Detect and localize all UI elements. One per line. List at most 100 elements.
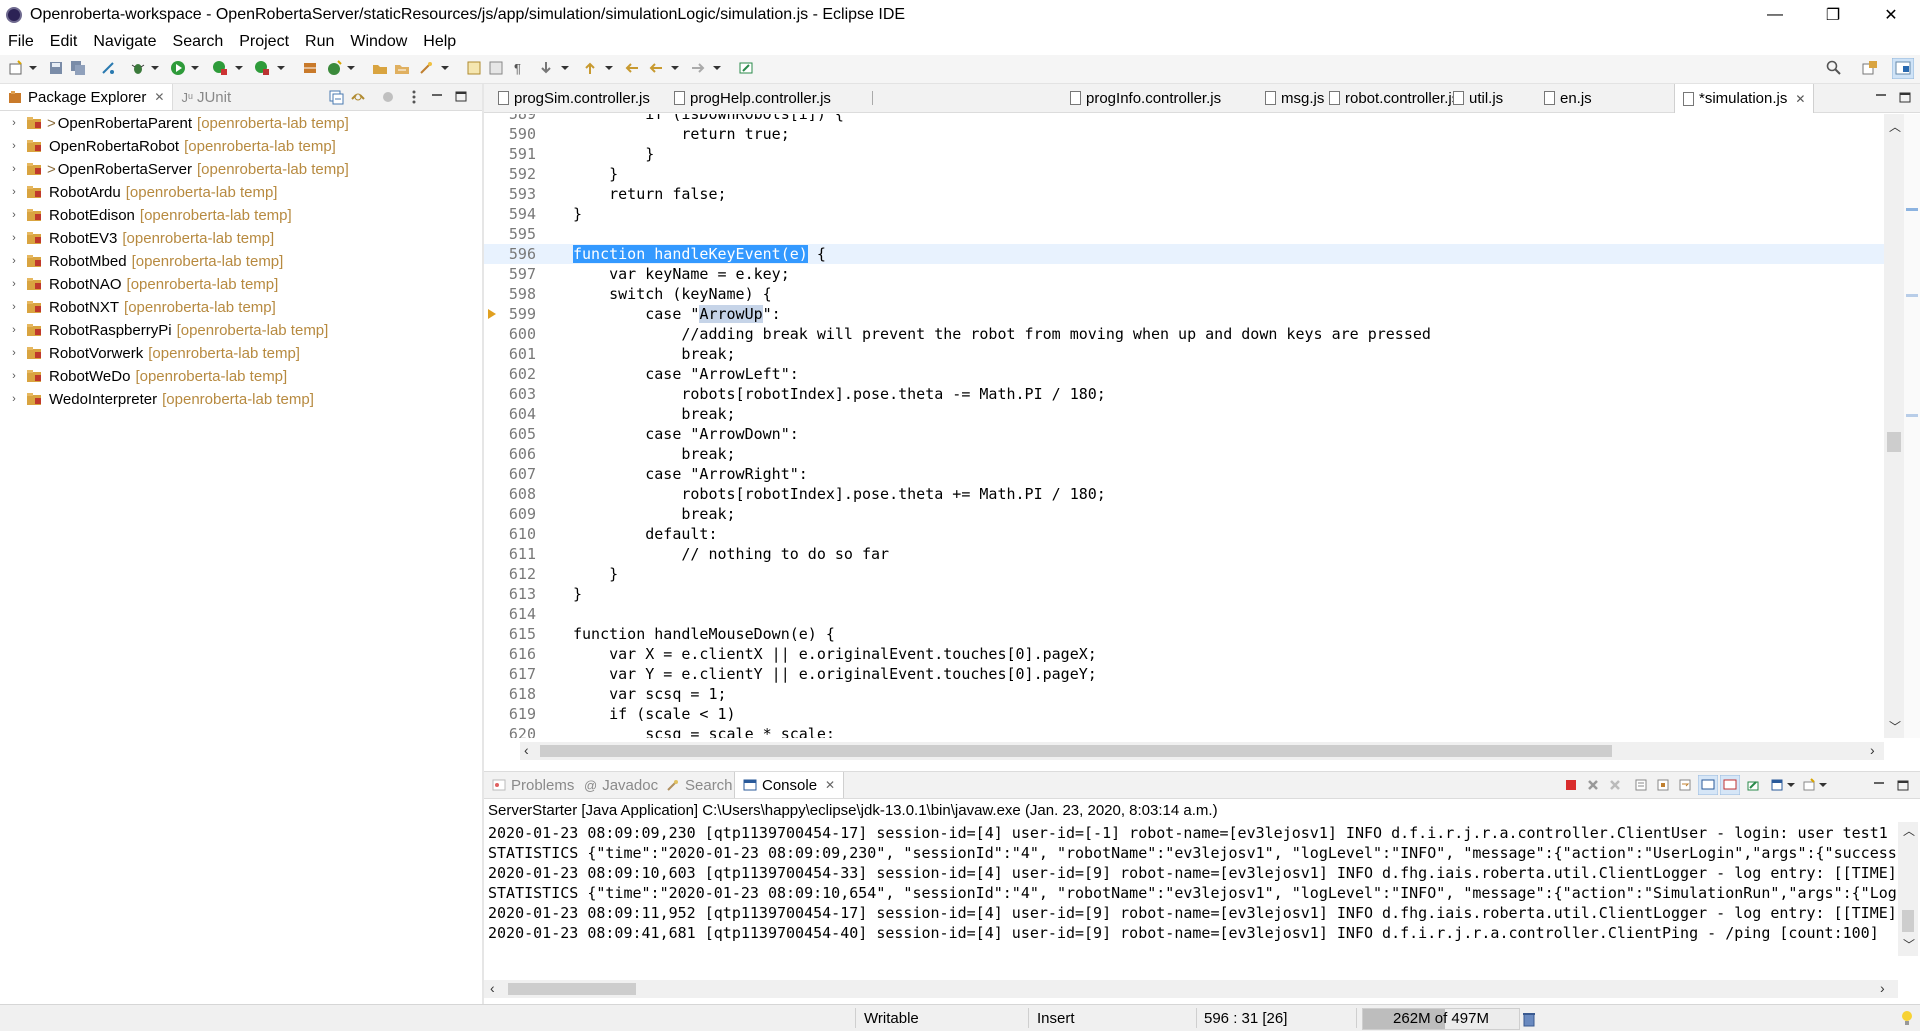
code-line[interactable]: 589 if (isDownRobots[i]) { xyxy=(484,114,1904,124)
debug-dropdown-icon[interactable] xyxy=(150,60,160,76)
status-insert-mode[interactable]: Insert xyxy=(1037,1005,1075,1031)
open-perspective-icon[interactable] xyxy=(1862,60,1878,76)
coverage-dropdown-icon[interactable] xyxy=(234,60,244,76)
scroll-left-icon[interactable]: ‹ xyxy=(524,742,529,758)
code-line[interactable]: 603 robots[robotIndex].pose.theta -= Mat… xyxy=(484,384,1904,404)
project-tree-item[interactable]: › RobotVorwerk [openroberta-lab temp] xyxy=(0,342,300,364)
code-line[interactable]: 618 var scsq = 1; xyxy=(484,684,1904,704)
code-editor[interactable]: 589 if (isDownRobots[i]) {590 return tru… xyxy=(484,114,1904,738)
remove-launch-icon[interactable] xyxy=(1586,778,1600,792)
open-console-icon[interactable] xyxy=(1802,778,1816,792)
scroll-up-icon[interactable]: ︿ xyxy=(1889,118,1901,135)
console-hscroll-thumb[interactable] xyxy=(508,983,636,995)
open-task-icon[interactable] xyxy=(394,60,410,76)
minimize-button[interactable]: — xyxy=(1746,0,1804,30)
overview-mark[interactable] xyxy=(1906,208,1918,211)
code-line[interactable]: 592 } xyxy=(484,164,1904,184)
search-icon[interactable] xyxy=(1826,60,1842,76)
expand-chevron-icon[interactable]: › xyxy=(6,301,22,313)
expand-chevron-icon[interactable]: › xyxy=(6,393,22,405)
code-line[interactable]: 610 default: xyxy=(484,524,1904,544)
expand-chevron-icon[interactable]: › xyxy=(6,140,22,152)
tab-close-icon[interactable]: ✕ xyxy=(154,90,164,104)
open-type-icon[interactable] xyxy=(372,60,388,76)
expand-chevron-icon[interactable]: › xyxy=(6,232,22,244)
overview-ruler[interactable] xyxy=(1904,114,1920,738)
console-output[interactable]: 2020-01-23 08:09:09,230 [qtp1139700454-1… xyxy=(484,822,1898,954)
previous-annotation-dropdown-icon[interactable] xyxy=(604,60,614,76)
forward-dropdown-icon[interactable] xyxy=(712,60,722,76)
editor-tab-close-icon[interactable]: ✕ xyxy=(1795,92,1805,106)
new-icon[interactable] xyxy=(8,60,24,76)
menu-edit[interactable]: Edit xyxy=(42,33,86,51)
editor-tab[interactable]: progInfo.controller.js xyxy=(1062,84,1229,112)
overview-mark[interactable] xyxy=(1906,414,1918,417)
editor-maximize-icon[interactable] xyxy=(1898,90,1912,104)
toggle-block-selection-icon[interactable] xyxy=(488,60,504,76)
next-annotation-dropdown-icon[interactable] xyxy=(560,60,570,76)
back-icon[interactable] xyxy=(648,60,664,76)
code-line[interactable]: 609 break; xyxy=(484,504,1904,524)
search-tool-icon[interactable] xyxy=(418,60,434,76)
show-on-stdout-icon[interactable] xyxy=(1698,775,1718,795)
link-with-editor-icon[interactable] xyxy=(350,89,366,105)
code-line[interactable]: 601 break; xyxy=(484,344,1904,364)
menu-project[interactable]: Project xyxy=(231,33,297,51)
expand-chevron-icon[interactable]: › xyxy=(6,117,22,129)
new-class-icon[interactable] xyxy=(326,60,342,76)
code-line[interactable]: 613} xyxy=(484,584,1904,604)
run-dropdown-icon[interactable] xyxy=(190,60,200,76)
tip-icon[interactable] xyxy=(1900,1010,1914,1026)
project-tree-item[interactable]: › RobotWeDo [openroberta-lab temp] xyxy=(0,365,287,387)
menu-navigate[interactable]: Navigate xyxy=(85,33,164,51)
debug-icon[interactable] xyxy=(130,60,146,76)
project-tree-item[interactable]: › WedoInterpreter [openroberta-lab temp] xyxy=(0,388,314,410)
search-dropdown-icon[interactable] xyxy=(440,60,450,76)
console-scroll-down-icon[interactable]: ﹀ xyxy=(1903,936,1915,953)
editor-tab[interactable]: en.js xyxy=(1536,84,1600,112)
show-on-stderr-icon[interactable] xyxy=(1720,775,1740,795)
pin-console-icon[interactable] xyxy=(1746,778,1760,792)
code-line[interactable]: 611 // nothing to do so far xyxy=(484,544,1904,564)
previous-annotation-icon[interactable] xyxy=(582,60,598,76)
project-tree-item[interactable]: › RobotEdison [openroberta-lab temp] xyxy=(0,204,292,226)
word-wrap-icon[interactable] xyxy=(1678,778,1692,792)
console-scroll-right-icon[interactable]: › xyxy=(1880,980,1885,996)
editor-tab[interactable]: util.js xyxy=(1445,84,1511,112)
new-package-icon[interactable] xyxy=(302,60,318,76)
code-line[interactable]: 605 case "ArrowDown": xyxy=(484,424,1904,444)
expand-chevron-icon[interactable]: › xyxy=(6,209,22,221)
menu-help[interactable]: Help xyxy=(415,33,464,51)
collapse-all-icon[interactable] xyxy=(328,89,344,105)
new-dropdown-icon[interactable] xyxy=(28,60,38,76)
expand-chevron-icon[interactable]: › xyxy=(6,370,22,382)
project-tree-item[interactable]: › RobotArdu [openroberta-lab temp] xyxy=(0,181,277,203)
expand-chevron-icon[interactable]: › xyxy=(6,347,22,359)
project-tree-item[interactable]: › > OpenRobertaServer [openroberta-lab temp… xyxy=(0,158,349,180)
code-line[interactable]: 591 } xyxy=(484,144,1904,164)
code-line[interactable]: 617 var Y = e.clientY || e.originalEvent… xyxy=(484,664,1904,684)
tab-package-explorer[interactable]: Package Explorer ✕ xyxy=(0,84,174,110)
tab-search[interactable]: Search xyxy=(660,772,739,798)
tab-javadoc[interactable]: @ Javadoc xyxy=(578,772,664,798)
clear-console-icon[interactable] xyxy=(1634,778,1648,792)
code-line[interactable]: 615 function handleMouseDown(e) { xyxy=(484,624,1904,644)
next-annotation-icon[interactable] xyxy=(538,60,554,76)
code-line[interactable]: 598 switch (keyName) { xyxy=(484,284,1904,304)
minimize-view-icon[interactable] xyxy=(430,89,444,103)
editor-vertical-scrollbar[interactable]: ︿ ﹀ xyxy=(1884,114,1904,738)
project-tree-item[interactable]: › RobotNXT [openroberta-lab temp] xyxy=(0,296,276,318)
editor-tab[interactable]: progSim.controller.js xyxy=(490,84,658,112)
console-vertical-scrollbar[interactable]: ︿ ﹀ xyxy=(1898,822,1918,956)
code-line[interactable]: 590 return true; xyxy=(484,124,1904,144)
code-line[interactable]: 600 //adding break will prevent the robo… xyxy=(484,324,1904,344)
menu-run[interactable]: Run xyxy=(297,33,342,51)
code-line[interactable]: 614 xyxy=(484,604,1904,624)
coverage-icon[interactable] xyxy=(212,60,228,76)
editor-scroll-thumb[interactable] xyxy=(1887,432,1901,452)
code-line[interactable]: 606 break; xyxy=(484,444,1904,464)
editor-tab[interactable]: *simulation.js ✕ xyxy=(1674,84,1815,113)
forward-icon[interactable] xyxy=(690,60,706,76)
garbage-collect-icon[interactable] xyxy=(1522,1011,1536,1027)
code-line[interactable]: 620 scsq = scale * scale; xyxy=(484,724,1904,738)
